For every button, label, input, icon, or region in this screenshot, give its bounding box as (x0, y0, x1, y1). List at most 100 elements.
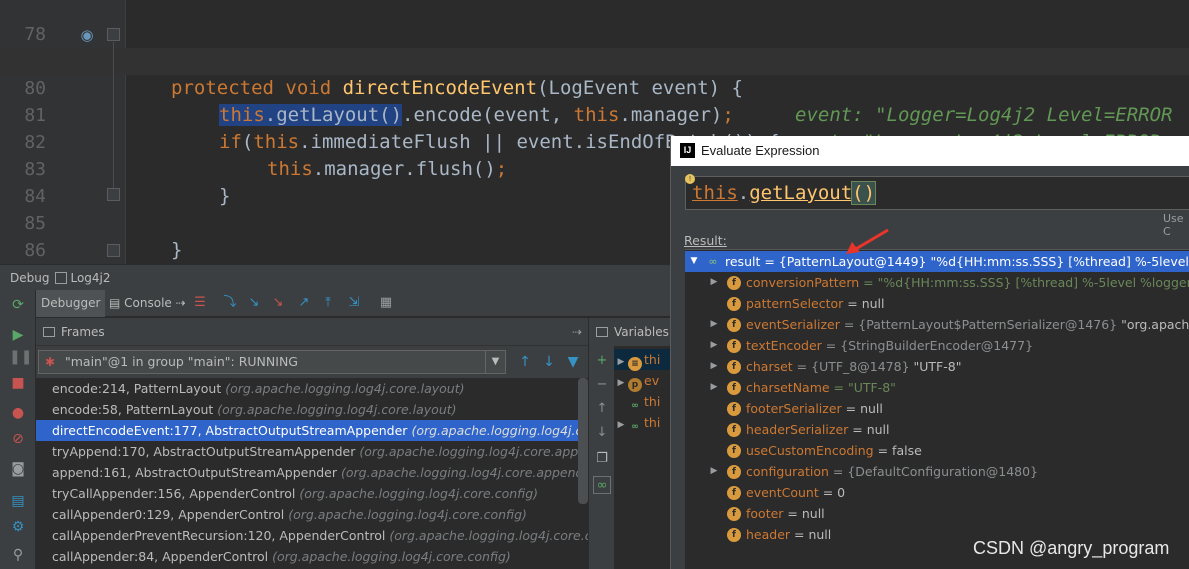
pin-icon[interactable]: ⚲ (9, 546, 27, 564)
field-node[interactable]: f useCustomEncoding = false (685, 440, 1189, 461)
field-node[interactable]: ▶ f charset = {UTF_8@1478} "UTF-8" (685, 356, 1189, 377)
result-tree[interactable]: ▼ ∞ result = {PatternLayout@1449} "%d{HH… (685, 249, 1189, 569)
field-node[interactable]: ▶ f textEncoder = {StringBuilderEncoder@14… (685, 335, 1189, 356)
tab-debugger[interactable]: Debugger (36, 290, 106, 317)
expression-input[interactable]: this.getLayout() (685, 176, 1189, 210)
frame-item[interactable]: encode:214, PatternLayout (org.apache.lo… (36, 378, 588, 399)
use-code-fragment-link[interactable]: Use C (1163, 212, 1189, 238)
field-text: charset = {UTF_8@1478} "UTF-8" (746, 359, 962, 374)
field-icon: f (727, 444, 741, 458)
remove-watch-icon[interactable]: − (593, 376, 611, 394)
result-label: Result: (684, 233, 727, 248)
field-node[interactable]: f eventCount = 0 (685, 482, 1189, 503)
field-text: headerSerializer = null (746, 422, 890, 437)
camera-icon[interactable]: ◙ (9, 460, 27, 478)
stop-icon[interactable]: ■ (9, 374, 27, 392)
show-execution-point-icon[interactable]: ☰ (192, 295, 208, 311)
field-node[interactable]: f patternSelector = null (685, 293, 1189, 314)
frame-item[interactable]: callAppender0:129, AppenderControl (org.… (36, 504, 588, 525)
run-config-tab[interactable]: Log4j2 (70, 271, 110, 285)
force-step-into-icon[interactable]: ↘ (270, 295, 286, 311)
expand-arrow-icon[interactable]: ▶ (707, 356, 721, 377)
variable-row[interactable]: ▶ ≡ thi (614, 349, 672, 371)
field-node[interactable]: ▶ f conversionPattern = "%d{HH:mm:ss.SSS} … (685, 272, 1189, 293)
thread-dropdown[interactable]: ✱ "main"@1 in group "main": RUNNING ▼ (38, 350, 506, 374)
field-icon: f (727, 297, 741, 311)
frame-item[interactable]: encode:58, PatternLayout (org.apache.log… (36, 399, 588, 420)
variable-row[interactable]: ▶ ∞ thi (614, 412, 672, 433)
field-icon: f (727, 339, 741, 353)
frames-scrollbar[interactable] (578, 378, 588, 504)
collapse-arrow-icon[interactable]: ▼ (687, 251, 701, 272)
field-icon: f (727, 402, 741, 416)
fold-marker-icon[interactable] (107, 28, 120, 41)
frame-item[interactable]: append:161, AbstractOutputStreamAppender… (36, 462, 588, 483)
settings-gear-icon[interactable]: ⚙ (9, 518, 27, 536)
mute-breakpoints-icon[interactable]: ⊘ (9, 430, 27, 448)
field-text: charsetName = "UTF-8" (746, 380, 896, 395)
code-line-78[interactable]: 78 (0, 0, 1189, 45)
field-node[interactable]: ▶ f configuration = {DefaultConfiguration@… (685, 461, 1189, 482)
copy-icon[interactable]: ❐ (593, 450, 611, 468)
frames-list[interactable]: encode:214, PatternLayout (org.apache.lo… (36, 378, 588, 569)
field-node[interactable]: ▶ f charsetName = "UTF-8" (685, 377, 1189, 398)
run-to-cursor-icon[interactable]: ⇲ (346, 295, 362, 311)
step-over-icon[interactable]: ⤵ (222, 295, 238, 311)
frame-down-icon[interactable]: ↓ (540, 353, 558, 371)
show-values-icon[interactable]: ∞ (593, 476, 611, 494)
move-down-icon[interactable]: ↓ (593, 424, 611, 442)
frame-item[interactable]: callAppender:84, AppenderControl (org.ap… (36, 546, 588, 567)
frame-up-icon[interactable]: ↑ (516, 353, 534, 371)
field-node[interactable]: ▶ f eventSerializer = {PatternLayout$Patte… (685, 314, 1189, 335)
frame-item[interactable]: tryCallAppender:156, AppenderControl (or… (36, 483, 588, 504)
code-line-82[interactable]: 82 this.manager.flush(); (0, 102, 1189, 180)
result-root-node[interactable]: ▼ ∞ result = {PatternLayout@1449} "%d{HH… (685, 251, 1189, 272)
filter-icon[interactable]: ▼ (564, 353, 582, 371)
pause-icon[interactable]: ❚❚ (9, 348, 32, 366)
expand-arrow-icon[interactable]: ▶ (707, 461, 721, 482)
expand-arrow-icon[interactable]: ▶ (614, 415, 628, 436)
frames-options-icon[interactable]: ⇢ (572, 318, 582, 346)
rerun-icon[interactable]: ⟳ (9, 296, 27, 314)
fold-marker-icon[interactable] (107, 244, 120, 257)
variable-row[interactable]: ∞ thi (614, 391, 672, 412)
tab-console[interactable]: ▤ Console ⇢ (104, 290, 191, 317)
dialog-title-bar[interactable]: IJ Evaluate Expression (671, 136, 1189, 166)
field-node[interactable]: f footerSerializer = null (685, 398, 1189, 419)
view-breakpoints-icon[interactable]: ● (9, 404, 27, 422)
step-into-icon[interactable]: ↘ (246, 295, 262, 311)
field-node[interactable]: f headerSerializer = null (685, 419, 1189, 440)
frame-item[interactable]: callAppenderPreventRecursion:120, Append… (36, 525, 588, 546)
expand-arrow-icon[interactable]: ▶ (707, 314, 721, 335)
code-line-80[interactable]: 80 this.getLayout().encode(event, this.m… (0, 48, 1189, 153)
variables-list[interactable]: ▶ ≡ thi ▶ p ev ∞ thi ▶ ∞ thi (614, 346, 672, 569)
field-icon: f (727, 381, 741, 395)
variable-row[interactable]: ▶ p ev (614, 370, 672, 392)
fold-marker-icon[interactable] (107, 188, 120, 201)
layout-icon[interactable]: ▤ (9, 492, 27, 510)
evaluate-expression-icon[interactable]: ▦ (378, 295, 394, 311)
frame-item-selected[interactable]: directEncodeEvent:177, AbstractOutputStr… (36, 420, 588, 441)
frame-item[interactable]: tryAppend:170, AbstractOutputStreamAppen… (36, 441, 588, 462)
variables-icon (596, 327, 608, 337)
field-node[interactable]: f footer = null (685, 503, 1189, 524)
lightbulb-icon[interactable]: ! (685, 174, 695, 184)
code-line-81[interactable]: 81 if(this.immediateFlush || event.isEnd… (0, 75, 1189, 153)
console-arrow-icon: ⇢ (171, 296, 186, 310)
field-icon: f (727, 423, 741, 437)
drop-frame-icon[interactable]: ⤒ (320, 295, 336, 311)
expression-text: this.getLayout() (692, 181, 877, 205)
expand-arrow-icon[interactable]: ▶ (707, 335, 721, 356)
resume-icon[interactable]: ▶ (9, 326, 27, 344)
method-breakpoint-icon[interactable]: ◉ (76, 24, 98, 46)
parameter-icon: p (628, 378, 642, 392)
chevron-down-icon: ▼ (485, 351, 505, 373)
code-line-79[interactable]: 79 protected void directEncodeEvent(LogE… (0, 21, 1189, 126)
expand-arrow-icon[interactable]: ▶ (707, 377, 721, 398)
fold-guide (113, 42, 114, 188)
move-up-icon[interactable]: ↑ (593, 400, 611, 418)
step-out-icon[interactable]: ↗ (296, 295, 312, 311)
run-config-icon (55, 272, 68, 284)
new-watch-icon[interactable]: + (593, 352, 611, 370)
expand-arrow-icon[interactable]: ▶ (707, 272, 721, 293)
